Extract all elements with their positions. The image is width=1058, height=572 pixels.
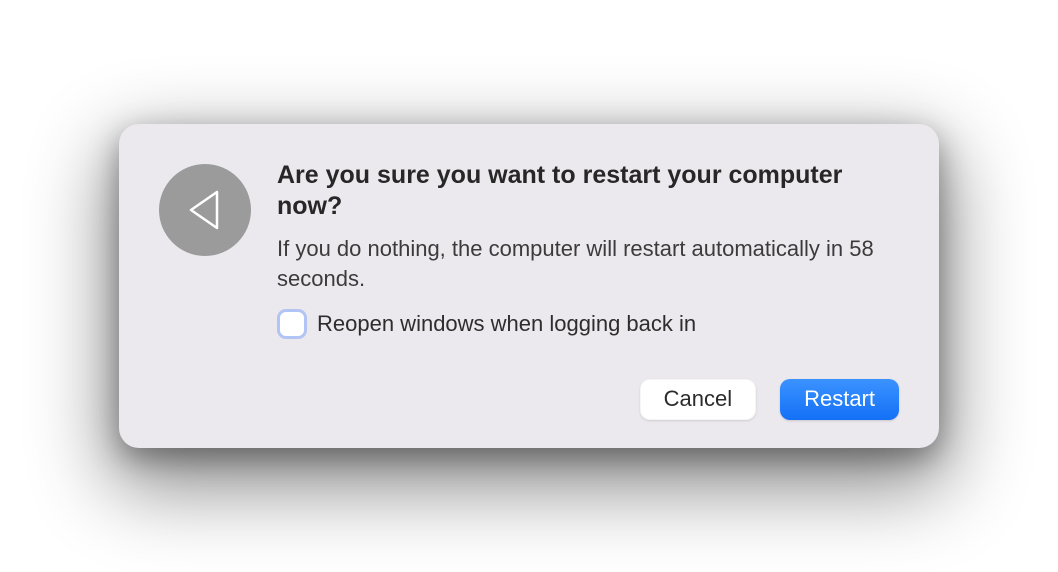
restart-confirm-dialog: Are you sure you want to restart your co…: [119, 124, 939, 449]
checkbox-inner: [280, 312, 304, 336]
reopen-windows-label: Reopen windows when logging back in: [317, 311, 696, 337]
dialog-top-row: Are you sure you want to restart your co…: [159, 160, 899, 344]
reopen-windows-row[interactable]: Reopen windows when logging back in: [277, 309, 899, 339]
dialog-message: If you do nothing, the computer will res…: [277, 234, 899, 293]
reopen-windows-checkbox[interactable]: [277, 309, 307, 339]
cancel-button[interactable]: Cancel: [640, 379, 756, 420]
dialog-title: Are you sure you want to restart your co…: [277, 160, 899, 223]
dialog-button-row: Cancel Restart: [159, 379, 899, 420]
dialog-text-column: Are you sure you want to restart your co…: [277, 160, 899, 344]
restart-button[interactable]: Restart: [780, 379, 899, 420]
restart-triangle-icon: [159, 164, 251, 256]
